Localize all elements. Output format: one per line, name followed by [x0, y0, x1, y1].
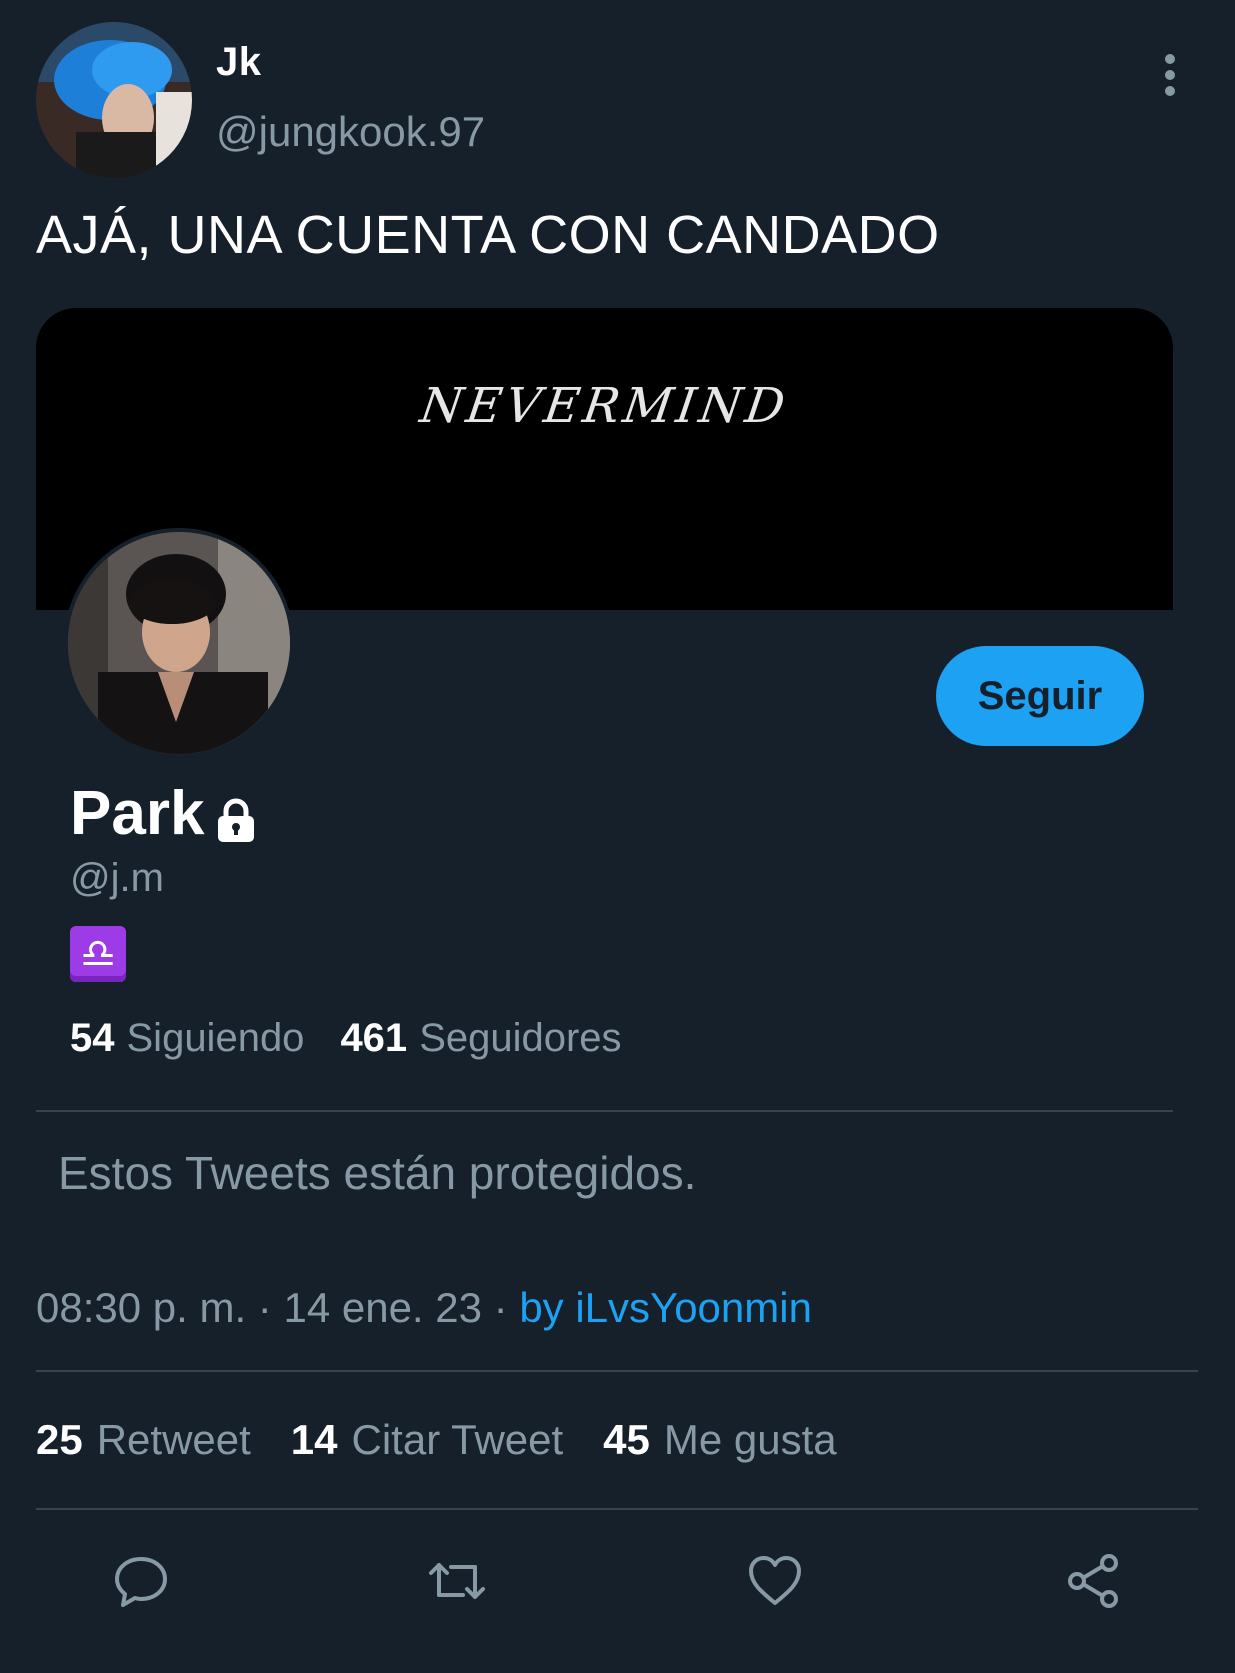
likes-count[interactable]: 45: [603, 1416, 650, 1464]
tweet-actions: [0, 1548, 1235, 1618]
tweet-time: 08:30 p. m.: [36, 1284, 247, 1331]
author-handle[interactable]: @jungkook.97: [216, 108, 485, 156]
embedded-profile-card[interactable]: NEVERMIND Seguir Park @j.m ♎ 54 Siguiend…: [36, 308, 1173, 1199]
tweet-meta: 08:30 p. m. · 14 ene. 23 · by iLvsYoonmi…: [36, 1284, 812, 1332]
more-options-button[interactable]: [1150, 50, 1190, 100]
libra-badge-icon: ♎: [70, 926, 126, 982]
followers-count[interactable]: 461: [340, 1016, 407, 1061]
heart-icon: [749, 1556, 801, 1605]
retweet-button[interactable]: [424, 1548, 490, 1614]
divider: [36, 1508, 1198, 1510]
following-label[interactable]: Siguiendo: [127, 1016, 305, 1061]
followers-label[interactable]: Seguidores: [419, 1016, 621, 1061]
retweet-icon: [429, 1563, 485, 1599]
tweet-detail: Jk @jungkook.97 AJÁ, UNA CUENTA CON CAND…: [0, 0, 1235, 1673]
follow-stats: 54 Siguiendo 461 Seguidores: [70, 1016, 622, 1061]
engagement-stats: 25 Retweet 14 Citar Tweet 45 Me gusta: [36, 1416, 837, 1464]
share-icon: [1068, 1554, 1118, 1608]
profile-handle: @j.m: [70, 856, 164, 900]
divider: [36, 1370, 1198, 1372]
author-avatar[interactable]: [36, 22, 192, 178]
lock-icon: [218, 798, 255, 842]
profile-name[interactable]: Park: [70, 778, 204, 849]
meta-separator: ·: [257, 1284, 272, 1331]
profile-avatar[interactable]: [64, 528, 294, 758]
likes-label[interactable]: Me gusta: [664, 1416, 837, 1464]
retweets-label[interactable]: Retweet: [97, 1416, 251, 1464]
quotes-label[interactable]: Citar Tweet: [352, 1416, 564, 1464]
author-name[interactable]: Jk: [216, 40, 262, 85]
banner-text: NEVERMIND: [416, 378, 793, 434]
retweets-count[interactable]: 25: [36, 1416, 83, 1464]
more-dot: [1165, 86, 1175, 96]
tweet-source-link[interactable]: by iLvsYoonmin: [519, 1284, 812, 1331]
share-button[interactable]: [1060, 1548, 1126, 1614]
profile-name-row: Park: [70, 778, 258, 849]
protected-message: Estos Tweets están protegidos.: [58, 1147, 697, 1199]
quotes-count[interactable]: 14: [291, 1416, 338, 1464]
following-count[interactable]: 54: [70, 1016, 115, 1061]
more-dot: [1165, 54, 1175, 64]
more-dot: [1165, 70, 1175, 80]
tweet-text: AJÁ, UNA CUENTA CON CANDADO: [36, 205, 940, 265]
like-button[interactable]: [742, 1548, 808, 1614]
follow-button[interactable]: Seguir: [936, 646, 1144, 746]
tweet-date: 14 ene. 23: [283, 1284, 482, 1331]
card-divider: [36, 1110, 1173, 1112]
meta-separator: ·: [493, 1284, 508, 1331]
reply-icon: [115, 1557, 167, 1607]
reply-button[interactable]: [108, 1548, 174, 1614]
